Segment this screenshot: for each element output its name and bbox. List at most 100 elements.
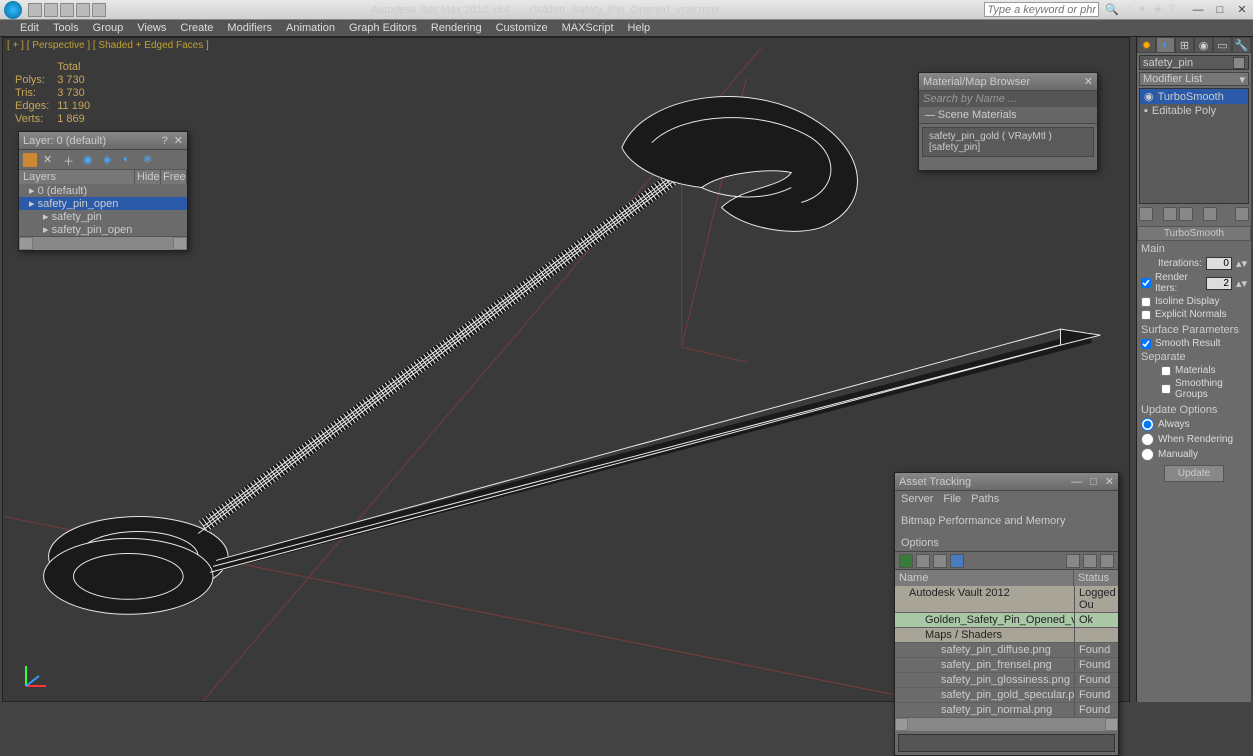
- tab-display-icon[interactable]: ▭: [1213, 37, 1232, 53]
- remove-modifier-icon[interactable]: [1203, 207, 1217, 221]
- asset-row[interactable]: safety_pin_diffuse.pngFound: [895, 643, 1118, 658]
- tab-utilities-icon[interactable]: 🔧: [1232, 37, 1251, 53]
- asset-path-input[interactable]: [898, 734, 1115, 752]
- scroll-left-icon[interactable]: [895, 718, 908, 731]
- menu-create[interactable]: Create: [180, 22, 213, 34]
- qat-open-icon[interactable]: [44, 3, 58, 17]
- stack-item-turbosmooth[interactable]: ◉TurboSmooth: [1140, 89, 1248, 104]
- table-view-icon[interactable]: [950, 554, 964, 568]
- modifier-list-dropdown[interactable]: Modifier List▾: [1139, 72, 1249, 86]
- close-icon[interactable]: ✕: [1084, 75, 1093, 88]
- render-iters-spinner[interactable]: 2: [1206, 277, 1232, 290]
- menu-maxscript[interactable]: MAXScript: [562, 22, 614, 34]
- asset-row[interactable]: safety_pin_gold_specular.pngFound: [895, 688, 1118, 703]
- add-to-layer-icon[interactable]: ＋: [63, 153, 77, 167]
- spinner-arrows-icon[interactable]: ▴▾: [1236, 257, 1247, 270]
- material-search-input[interactable]: Search by Name ...: [919, 91, 1097, 106]
- menu-views[interactable]: Views: [137, 22, 166, 34]
- update-always-radio[interactable]: [1141, 418, 1154, 431]
- menu-tools[interactable]: Tools: [53, 22, 79, 34]
- app-logo-icon[interactable]: [4, 1, 22, 19]
- tab-create-icon[interactable]: ✹: [1137, 37, 1156, 53]
- rollout-title[interactable]: TurboSmooth: [1137, 226, 1251, 241]
- menu-animation[interactable]: Animation: [286, 22, 335, 34]
- bulb-icon[interactable]: ◉: [1144, 90, 1154, 103]
- asset-row[interactable]: safety_pin_glossiness.pngFound: [895, 673, 1118, 688]
- pin-stack-icon[interactable]: [1139, 207, 1153, 221]
- freeze-unfreeze-icon[interactable]: ❄: [143, 153, 157, 167]
- color-swatch[interactable]: [1233, 57, 1245, 69]
- render-iters-checkbox[interactable]: [1141, 278, 1151, 288]
- asset-menu-file[interactable]: File: [943, 493, 961, 505]
- refresh-icon[interactable]: [899, 554, 913, 568]
- asset-row[interactable]: Golden_Safety_Pin_Opened_vray.maxOk: [895, 613, 1118, 628]
- smooth-result-checkbox[interactable]: [1141, 339, 1151, 349]
- asset-row[interactable]: safety_pin_frensel.pngFound: [895, 658, 1118, 673]
- menu-modifiers[interactable]: Modifiers: [227, 22, 272, 34]
- select-objects-icon[interactable]: ◈: [103, 153, 117, 167]
- scroll-left-icon[interactable]: [19, 237, 33, 250]
- layer-row[interactable]: ▸ safety_pin_open: [19, 197, 187, 210]
- asset-menu-options[interactable]: Options: [901, 537, 939, 549]
- stack-item-editable-poly[interactable]: ▪Editable Poly: [1140, 104, 1248, 118]
- asset-row[interactable]: Autodesk Vault 2012Logged Ou: [895, 586, 1118, 613]
- update-rendering-radio[interactable]: [1141, 433, 1154, 446]
- list-view-icon[interactable]: [933, 554, 947, 568]
- qat-save-icon[interactable]: [60, 3, 74, 17]
- menu-graph-editors[interactable]: Graph Editors: [349, 22, 417, 34]
- help-icon[interactable]: ?: [1169, 3, 1175, 16]
- asset-menu-server[interactable]: Server: [901, 493, 933, 505]
- asset-menu-paths[interactable]: Paths: [971, 493, 999, 505]
- search-icon[interactable]: 🔍: [1105, 3, 1119, 16]
- asset-panel-title[interactable]: Asset Tracking — □ ✕: [895, 473, 1118, 491]
- maximize-icon[interactable]: □: [1090, 476, 1097, 488]
- options-icon[interactable]: [1083, 554, 1097, 568]
- update-button[interactable]: Update: [1164, 465, 1224, 482]
- menu-rendering[interactable]: Rendering: [431, 22, 482, 34]
- minimize-button[interactable]: —: [1187, 2, 1209, 18]
- minimize-icon[interactable]: —: [1071, 476, 1082, 488]
- explicit-normals-checkbox[interactable]: [1141, 310, 1151, 320]
- close-icon[interactable]: ✕: [1105, 475, 1114, 488]
- update-manually-radio[interactable]: [1141, 448, 1154, 461]
- modifier-stack[interactable]: ◉TurboSmooth ▪Editable Poly: [1139, 88, 1249, 204]
- subscription-icon[interactable]: ⌂: [1125, 3, 1132, 16]
- sep-materials-checkbox[interactable]: [1161, 366, 1171, 376]
- menu-edit[interactable]: Edit: [20, 22, 39, 34]
- show-end-result-icon[interactable]: [1163, 207, 1177, 221]
- close-button[interactable]: ✕: [1231, 2, 1253, 18]
- scroll-right-icon[interactable]: [1105, 718, 1118, 731]
- asset-row[interactable]: safety_pin_normal.pngFound: [895, 703, 1118, 718]
- new-layer-icon[interactable]: [23, 153, 37, 167]
- material-panel-title[interactable]: Material/Map Browser ✕: [919, 73, 1097, 91]
- asset-row[interactable]: Maps / Shaders: [895, 628, 1118, 643]
- tab-motion-icon[interactable]: ◉: [1194, 37, 1213, 53]
- qat-new-icon[interactable]: [28, 3, 42, 17]
- close-icon[interactable]: ✕: [174, 134, 183, 147]
- menu-customize[interactable]: Customize: [496, 22, 548, 34]
- layer-row[interactable]: ▸ safety_pin: [19, 210, 187, 223]
- tab-modify-icon[interactable]: ◐: [1156, 37, 1175, 53]
- spinner-arrows-icon[interactable]: ▴▾: [1236, 277, 1247, 290]
- object-name-input[interactable]: safety_pin: [1139, 55, 1249, 70]
- qat-undo-icon[interactable]: [76, 3, 90, 17]
- status-icon[interactable]: [1100, 554, 1114, 568]
- scroll-right-icon[interactable]: [173, 237, 187, 250]
- delete-layer-icon[interactable]: ✕: [43, 153, 57, 167]
- highlight-icon[interactable]: [1066, 554, 1080, 568]
- menu-help[interactable]: Help: [628, 22, 651, 34]
- layer-scrollbar[interactable]: [19, 236, 187, 250]
- material-item[interactable]: safety_pin_gold ( VRayMtl ) [safety_pin]: [922, 127, 1094, 157]
- tree-view-icon[interactable]: [916, 554, 930, 568]
- qat-redo-icon[interactable]: [92, 3, 106, 17]
- menu-group[interactable]: Group: [93, 22, 124, 34]
- layer-row[interactable]: ▸ 0 (default): [19, 184, 187, 197]
- hide-unhide-icon[interactable]: ◐: [123, 153, 137, 167]
- tab-hierarchy-icon[interactable]: ⊞: [1175, 37, 1194, 53]
- layer-panel-title[interactable]: Layer: 0 (default) ? ✕: [19, 132, 187, 150]
- make-unique-icon[interactable]: [1179, 207, 1193, 221]
- asset-scrollbar[interactable]: [895, 718, 1118, 731]
- favorite-icon[interactable]: ★: [1153, 3, 1163, 16]
- iterations-spinner[interactable]: 0: [1206, 257, 1232, 270]
- sep-smoothing-checkbox[interactable]: [1161, 384, 1171, 394]
